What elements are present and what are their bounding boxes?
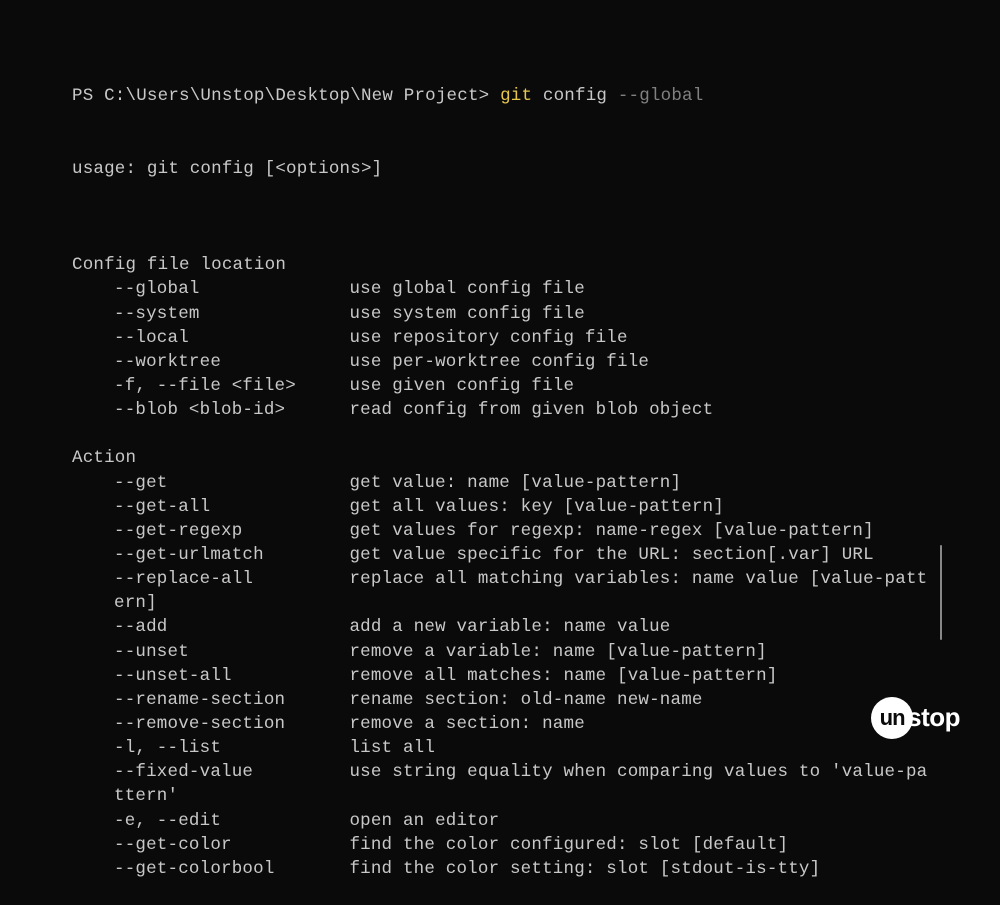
option-flag: --get bbox=[114, 473, 349, 493]
option-desc: use global config file bbox=[349, 279, 584, 299]
option-line: -e, --edit open an editor bbox=[72, 809, 928, 833]
option-desc: remove a variable: name [value-pattern] bbox=[349, 642, 766, 662]
logo-circle-icon: un bbox=[871, 697, 913, 739]
help-section: Config file location--global use global … bbox=[72, 253, 928, 422]
option-flag: -f, --file <file> bbox=[114, 376, 349, 396]
option-line: -l, --list list all bbox=[72, 736, 928, 760]
option-desc: open an editor bbox=[349, 811, 499, 831]
option-desc: find the color setting: slot [stdout-is-… bbox=[349, 859, 820, 879]
section-title: Config file location bbox=[72, 253, 928, 277]
terminal-output: PS C:\Users\Unstop\Desktop\New Project> … bbox=[72, 36, 928, 905]
option-line: --blob <blob-id> read config from given … bbox=[72, 398, 928, 422]
option-desc: read config from given blob object bbox=[349, 400, 713, 420]
option-line: --unset remove a variable: name [value-p… bbox=[72, 640, 928, 664]
option-flag: --get-all bbox=[114, 497, 349, 517]
option-line: --system use system config file bbox=[72, 302, 928, 326]
option-flag: -l, --list bbox=[114, 738, 349, 758]
command-rest: config bbox=[532, 86, 618, 106]
logo-text: stop bbox=[907, 700, 960, 736]
brand-logo: un stop bbox=[871, 697, 960, 739]
option-desc: get values for regexp: name-regex [value… bbox=[349, 521, 873, 541]
option-flag: --get-colorbool bbox=[114, 859, 349, 879]
option-line: --get-all get all values: key [value-pat… bbox=[72, 495, 928, 519]
option-flag: --blob <blob-id> bbox=[114, 400, 349, 420]
option-desc: use repository config file bbox=[349, 328, 627, 348]
option-flag: --replace-all bbox=[114, 569, 349, 589]
option-flag: --fixed-value bbox=[114, 762, 349, 782]
option-desc: get all values: key [value-pattern] bbox=[349, 497, 724, 517]
option-desc: use system config file bbox=[349, 304, 584, 324]
help-sections: Config file location--global use global … bbox=[72, 253, 928, 881]
option-line: --get-color find the color configured: s… bbox=[72, 833, 928, 857]
option-flag: --unset-all bbox=[114, 666, 349, 686]
option-flag: --get-color bbox=[114, 835, 349, 855]
option-line: --get-regexp get values for regexp: name… bbox=[72, 519, 928, 543]
option-line: --fixed-value use string equality when c… bbox=[72, 760, 928, 808]
option-desc: add a new variable: name value bbox=[349, 617, 670, 637]
option-line: --replace-all replace all matching varia… bbox=[72, 567, 928, 615]
option-line: --get-urlmatch get value specific for th… bbox=[72, 543, 928, 567]
option-line: --add add a new variable: name value bbox=[72, 615, 928, 639]
command-flag: --global bbox=[618, 86, 704, 106]
option-line: --get get value: name [value-pattern] bbox=[72, 471, 928, 495]
option-flag: --local bbox=[114, 328, 349, 348]
option-desc: remove a section: name bbox=[349, 714, 584, 734]
option-desc: use per-worktree config file bbox=[349, 352, 649, 372]
option-desc: use given config file bbox=[349, 376, 574, 396]
option-desc: get value specific for the URL: section[… bbox=[349, 545, 873, 565]
scrollbar[interactable] bbox=[940, 545, 942, 640]
option-desc: list all bbox=[349, 738, 435, 758]
usage-line: usage: git config [<options>] bbox=[72, 157, 928, 181]
prompt-line: PS C:\Users\Unstop\Desktop\New Project> … bbox=[72, 84, 928, 108]
option-flag: --unset bbox=[114, 642, 349, 662]
section-title: Action bbox=[72, 446, 928, 470]
option-flag: --system bbox=[114, 304, 349, 324]
prompt-prefix: PS C:\Users\Unstop\Desktop\New Project> bbox=[72, 86, 500, 106]
option-line: -f, --file <file> use given config file bbox=[72, 374, 928, 398]
option-line: --get-colorbool find the color setting: … bbox=[72, 857, 928, 881]
option-desc: find the color configured: slot [default… bbox=[349, 835, 788, 855]
option-flag: --worktree bbox=[114, 352, 349, 372]
command-git: git bbox=[500, 86, 532, 106]
option-line: --worktree use per-worktree config file bbox=[72, 350, 928, 374]
option-line: --unset-all remove all matches: name [va… bbox=[72, 664, 928, 688]
option-line: --remove-section remove a section: name bbox=[72, 712, 928, 736]
help-section: Action--get get value: name [value-patte… bbox=[72, 446, 928, 881]
option-desc: rename section: old-name new-name bbox=[349, 690, 702, 710]
option-desc: get value: name [value-pattern] bbox=[349, 473, 681, 493]
option-line: --rename-section rename section: old-nam… bbox=[72, 688, 928, 712]
option-line: --local use repository config file bbox=[72, 326, 928, 350]
option-desc: remove all matches: name [value-pattern] bbox=[349, 666, 777, 686]
option-flag: -e, --edit bbox=[114, 811, 349, 831]
option-flag: --rename-section bbox=[114, 690, 349, 710]
option-flag: --get-urlmatch bbox=[114, 545, 349, 565]
option-flag: --get-regexp bbox=[114, 521, 349, 541]
option-line: --global use global config file bbox=[72, 277, 928, 301]
option-flag: --global bbox=[114, 279, 349, 299]
option-flag: --remove-section bbox=[114, 714, 349, 734]
option-flag: --add bbox=[114, 617, 349, 637]
